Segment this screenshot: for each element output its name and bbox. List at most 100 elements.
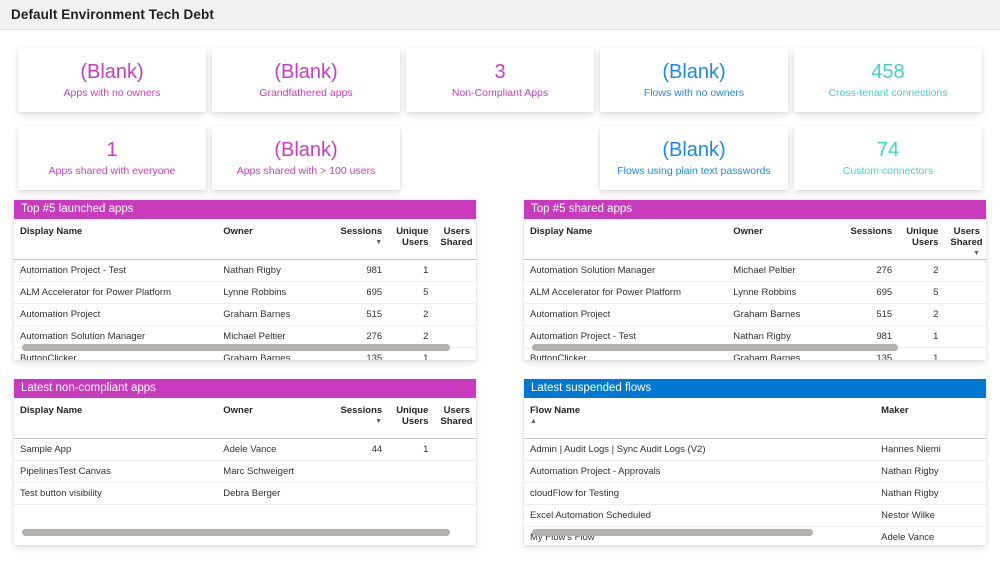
column-header-display-name[interactable]: Display Name [14,219,217,259]
column-header-display-name[interactable]: Display Name [524,219,727,260]
panel-body: Flow Name▲MakerAdmin | Audit Logs | Sync… [524,398,986,545]
kpi-card-non-compliant-apps[interactable]: 3Non-Compliant Apps [406,48,594,112]
column-header-label: Display Name [20,405,82,416]
cell-sessions [328,482,388,504]
column-header-unique-users[interactable]: Unique Users [898,219,944,260]
column-header-owner[interactable]: Owner [217,219,328,259]
panel-body: Display Name Owner Sessions▼Unique Users Us… [14,398,476,545]
table-row[interactable]: Admin | Audit Logs | Sync Audit Logs (V2… [524,438,986,460]
column-header-label: Users Shared [440,226,472,248]
column-header-unique-users[interactable]: Unique Users [388,398,434,438]
column-header-owner[interactable]: Owner [217,398,328,438]
cell-flow-name: cloudFlow for Testing [524,482,875,504]
column-header-users-shared[interactable]: Users Shared [434,219,476,259]
column-header-display-name[interactable]: Display Name [14,398,217,438]
cell-display-name: ALM Accelerator for Power Platform [524,282,727,304]
page-title: Default Environment Tech Debt [11,7,214,22]
cell-owner: Lynne Robbins [217,281,328,303]
cell-sessions: 515 [838,304,898,326]
cell-users-shared [434,281,476,303]
column-header-label: Owner [733,226,763,237]
kpi-value: (Blank) [662,60,725,84]
table-row[interactable]: Automation Solution ManagerMichael Pelti… [524,260,986,282]
table-row[interactable]: Excel Automation ScheduledNestor Wilke [524,504,986,526]
kpi-card-apps-with-no-owners[interactable]: (Blank) Apps with no owners [18,48,206,112]
table-row[interactable]: PipelinesTest CanvasMarc Schweigert [14,460,476,482]
cell-unique-users: 1 [388,259,434,281]
cell-owner: Marc Schweigert [217,460,328,482]
column-header-maker[interactable]: Maker [875,398,986,438]
kpi-label: Cross-tenant connections [828,87,947,100]
horizontal-scrollbar-track[interactable] [532,344,978,351]
cell-flow-name: Admin | Audit Logs | Sync Audit Logs (V2… [524,438,875,460]
column-header-sessions[interactable]: Sessions▼ [328,398,388,438]
horizontal-scrollbar-thumb[interactable] [22,344,450,351]
kpi-card-apps-shared-with-100-users[interactable]: (Blank)Apps shared with > 100 users [212,126,400,190]
cell-users-shared [434,460,476,482]
table-row[interactable]: Test button visibilityDebra Berger [14,482,476,504]
column-header-label: Users Shared [440,405,472,427]
cell-display-name: Automation Solution Manager [524,260,727,282]
column-header-sessions[interactable]: Sessions ▼ [328,219,388,259]
cell-maker: Nathan Rigby [875,460,986,482]
column-header-label: Sessions [340,226,382,237]
cell-users-shared [434,482,476,504]
table-row[interactable]: Automation Project - TestNathan Rigby981… [14,259,476,281]
horizontal-scrollbar-track[interactable] [532,529,978,536]
kpi-label: Flows using plain text passwords [617,165,771,178]
column-header-users-shared[interactable]: Users Shared ▼ [944,219,986,260]
cell-display-name: Test button visibility [14,482,217,504]
sort-desc-icon: ▼ [950,250,980,257]
column-header-label: Users Shared [950,226,982,248]
kpi-label: Grandfathered apps [259,87,352,100]
column-header-users-shared[interactable]: Users Shared [434,398,476,438]
table-row[interactable]: Automation ProjectGraham Barnes5152 [524,304,986,326]
kpi-card-cross-tenant-connections[interactable]: 458Cross-tenant connections [794,48,982,112]
cell-users-shared [434,303,476,325]
table-header-row: Display Name Owner Sessions▼Unique Users Us… [14,398,476,438]
column-header-flow-name[interactable]: Flow Name▲ [524,398,875,438]
kpi-card-flows-with-no-owners[interactable]: (Blank)Flows with no owners [600,48,788,112]
table-row[interactable]: Automation Project - ApprovalsNathan Rig… [524,460,986,482]
horizontal-scrollbar-track[interactable] [22,344,468,351]
panel-body: Display NameOwnerSessionsUnique UsersUse… [524,219,986,360]
kpi-card-flows-plain-text-passwords[interactable]: (Blank) Flows using plain text passwords [600,126,788,190]
table-row[interactable]: ALM Accelerator for Power PlatformLynne … [524,282,986,304]
horizontal-scrollbar-thumb[interactable] [532,529,813,536]
table-row[interactable]: ALM Accelerator for Power PlatformLynne … [14,281,476,303]
column-header-label: Owner [223,405,253,416]
column-header-unique-users[interactable]: Unique Users [388,219,434,259]
kpi-label: Custom connectors [843,165,933,178]
cell-sessions: 44 [328,438,388,460]
cell-sessions: 981 [328,259,388,281]
cell-sessions: 515 [328,303,388,325]
cell-sessions: 695 [838,282,898,304]
panel-body: Display NameOwner Sessions ▼ Unique Users Us… [14,219,476,360]
kpi-card-custom-connectors[interactable]: 74Custom connectors [794,126,982,190]
panel-header-title: Top #5 launched apps [14,200,476,219]
kpi-label: Non-Compliant Apps [452,87,548,100]
kpi-card-grandfathered-apps[interactable]: (Blank)Grandfathered apps [212,48,400,112]
kpi-value: (Blank) [80,60,143,84]
cell-unique-users: 2 [388,303,434,325]
kpi-card-apps-shared-with-everyone[interactable]: 1Apps shared with everyone [18,126,206,190]
cell-display-name: Automation Project [524,304,727,326]
cell-owner: Nathan Rigby [217,259,328,281]
kpi-label: Apps with no owners [64,87,161,100]
table-row[interactable]: Sample AppAdele Vance441 [14,438,476,460]
cell-owner: Graham Barnes [217,303,328,325]
table-row[interactable]: Automation ProjectGraham Barnes5152 [14,303,476,325]
cell-owner: Debra Berger [217,482,328,504]
cell-unique-users [388,460,434,482]
kpi-value: (Blank) [662,138,725,162]
horizontal-scrollbar-track[interactable] [22,529,468,536]
data-table: Display NameOwner Sessions ▼ Unique Users Us… [14,219,476,360]
horizontal-scrollbar-thumb[interactable] [532,344,898,351]
sort-desc-icon: ▼ [334,239,382,246]
table-header-row: Display NameOwner Sessions ▼ Unique Users Us… [14,219,476,259]
column-header-sessions[interactable]: Sessions [838,219,898,260]
column-header-owner[interactable]: Owner [727,219,838,260]
horizontal-scrollbar-thumb[interactable] [22,529,450,536]
cell-owner: Lynne Robbins [727,282,838,304]
table-row[interactable]: cloudFlow for TestingNathan Rigby [524,482,986,504]
